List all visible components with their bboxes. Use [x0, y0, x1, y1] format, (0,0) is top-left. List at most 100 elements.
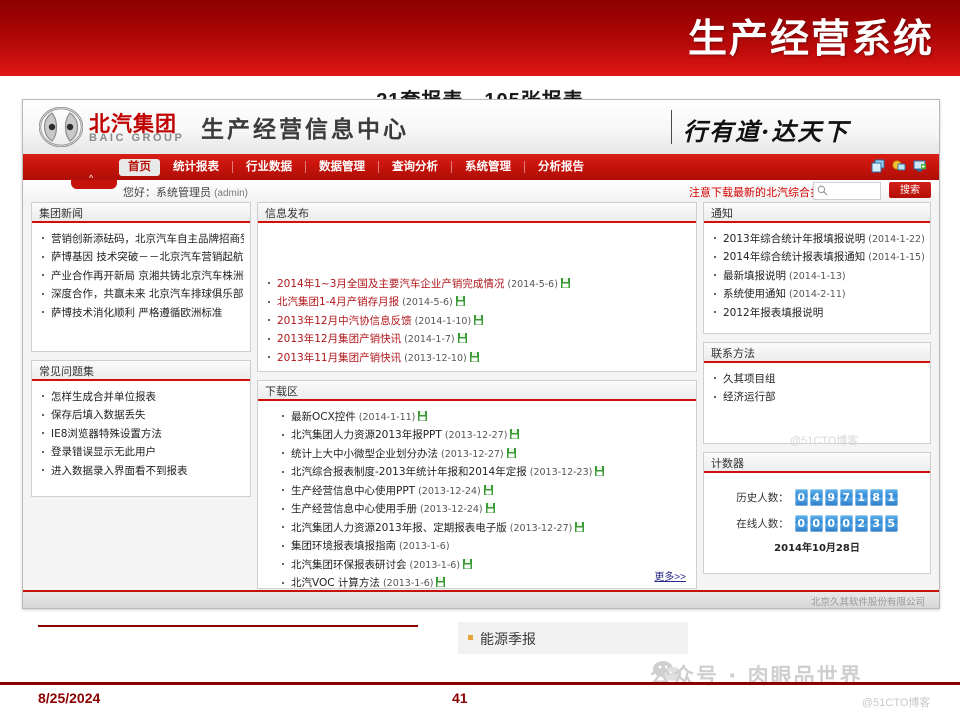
- list-item[interactable]: 2014年1~3月全国及主要汽车企业产销完成情况 (2014-5-6): [264, 275, 690, 294]
- list-item[interactable]: 登录错误显示无此用户: [38, 444, 244, 463]
- notice-link[interactable]: 最新填报说明: [723, 270, 786, 282]
- list-item[interactable]: 萨博技术消化顺利 严格遵循欧洲标准: [38, 304, 244, 323]
- contact-link[interactable]: 经济运行部: [723, 391, 776, 403]
- nav-item-query-analysis[interactable]: 查询分析: [379, 154, 451, 180]
- download-icon[interactable]: [436, 577, 446, 587]
- list-item[interactable]: 2014年综合统计报表填报通知 (2014-1-15): [710, 249, 924, 268]
- list-item[interactable]: 2013年11月集团产销快讯 (2013-12-10): [264, 349, 690, 368]
- search-button[interactable]: 搜索: [889, 182, 931, 198]
- news-link[interactable]: 萨博基因 技术突破－－北京汽车营销起航: [51, 251, 243, 263]
- nav-item-statistical-reports[interactable]: 统计报表: [160, 154, 232, 180]
- faq-link[interactable]: 进入数据录入界面看不到报表: [51, 465, 188, 477]
- download-icon[interactable]: [595, 466, 605, 476]
- downloads-list: 最新OCX控件 (2014-1-11) 北汽集团人力资源2013年报PPT (201…: [264, 408, 690, 593]
- notice-link[interactable]: 2013年综合统计年报填报说明: [723, 233, 865, 245]
- list-item[interactable]: 2012年报表填报说明: [710, 304, 924, 323]
- search-input[interactable]: [830, 184, 880, 199]
- download-icon[interactable]: [560, 277, 570, 288]
- download-icon[interactable]: [418, 410, 428, 421]
- list-item[interactable]: 集团环境报表填报指南 (2013-1-6): [278, 538, 690, 557]
- history-visitor-digits: 0 4 9 7 1 8 1: [794, 489, 898, 506]
- list-item[interactable]: 怎样生成合并单位报表: [38, 388, 244, 407]
- collapse-tab-handle[interactable]: [71, 173, 117, 189]
- download-link[interactable]: 统计上大中小微型企业划分办法: [291, 448, 438, 460]
- download-icon[interactable]: [474, 314, 484, 325]
- info-link[interactable]: 2013年12月集团产销快讯: [277, 333, 401, 345]
- list-item[interactable]: 深度合作，共赢未来 北京汽车排球俱乐部正式 …: [38, 286, 244, 305]
- nav-item-system-management[interactable]: 系统管理: [452, 154, 524, 180]
- download-link[interactable]: 最新OCX控件: [291, 411, 356, 423]
- list-item[interactable]: 系统使用通知 (2014-2-11): [710, 286, 924, 305]
- download-icon[interactable]: [485, 503, 495, 513]
- news-link[interactable]: 营销创新添砝码，北京汽车自主品牌招商受热捧: [51, 233, 244, 245]
- digit: 1: [854, 489, 868, 506]
- download-link[interactable]: 集团环境报表填报指南: [291, 540, 396, 552]
- download-icon[interactable]: [457, 333, 467, 343]
- list-item[interactable]: 萨博基因 技术突破－－北京汽车营销起航: [38, 249, 244, 268]
- nav-item-data-management[interactable]: 数据管理: [306, 154, 378, 180]
- info-link[interactable]: 2013年11月集团产销快讯: [277, 352, 401, 364]
- info-link[interactable]: 2014年1~3月全国及主要汽车企业产销完成情况: [277, 278, 504, 290]
- download-icon[interactable]: [455, 296, 465, 306]
- download-link[interactable]: 北汽集团人力资源2013年报PPT: [291, 429, 442, 441]
- notice-link[interactable]: 系统使用通知: [723, 288, 786, 300]
- news-link[interactable]: 深度合作，共赢未来 北京汽车排球俱乐部正式 …: [51, 288, 244, 300]
- notice-link[interactable]: 2014年综合统计报表填报通知: [723, 251, 865, 263]
- list-item[interactable]: 经济运行部: [710, 389, 924, 408]
- list-item[interactable]: 北汽综合报表制度-2013年统计年报和2014年定报 (2013-12-23): [278, 464, 690, 483]
- search-box[interactable]: [813, 182, 881, 200]
- list-item[interactable]: 北汽集团人力资源2013年报、定期报表电子版 (2013-12-27): [278, 519, 690, 538]
- faq-link[interactable]: IE8浏览器特殊设置方法: [51, 428, 162, 440]
- list-item[interactable]: 进入数据录入界面看不到报表: [38, 462, 244, 481]
- history-visitor-row: 历史人数： 0 4 9 7 1 8 1: [710, 489, 924, 506]
- download-link[interactable]: 北汽集团人力资源2013年报、定期报表电子版: [291, 522, 507, 534]
- list-item[interactable]: 营销创新添砝码，北京汽车自主品牌招商受热捧: [38, 230, 244, 249]
- list-item[interactable]: 北汽集团人力资源2013年报PPT (2013-12-27): [278, 427, 690, 446]
- contact-link[interactable]: 久其项目组: [723, 373, 776, 385]
- list-item[interactable]: 最新填报说明 (2014-1-13): [710, 267, 924, 286]
- download-link[interactable]: 北汽集团环保报表研讨会: [291, 559, 407, 571]
- list-item[interactable]: 久其项目组: [710, 370, 924, 389]
- panel-faq: 常见问题集 怎样生成合并单位报表 保存后填入数据丢失 IE8浏览器特殊设置方法 …: [31, 360, 251, 497]
- list-item[interactable]: 保存后填入数据丢失: [38, 407, 244, 426]
- monitor-add-icon[interactable]: [913, 159, 927, 173]
- download-link[interactable]: 北汽VOC 计算方法: [291, 577, 380, 589]
- downloads-more-link[interactable]: 更多>>: [654, 568, 686, 583]
- faq-link[interactable]: 怎样生成合并单位报表: [51, 391, 156, 403]
- download-link[interactable]: 北汽综合报表制度-2013年统计年报和2014年定报: [291, 466, 527, 478]
- download-icon[interactable]: [510, 429, 520, 439]
- download-icon[interactable]: [469, 351, 479, 362]
- download-icon[interactable]: [506, 447, 516, 458]
- decorative-rule: [38, 625, 418, 627]
- list-item[interactable]: 统计上大中小微型企业划分办法 (2013-12-27): [278, 445, 690, 464]
- list-item[interactable]: 北汽集团环保报表研讨会 (2013-1-6): [278, 556, 690, 575]
- download-link[interactable]: 生产经营信息中心使用手册: [291, 503, 417, 515]
- news-link[interactable]: 萨博技术消化顺利 严格遵循欧洲标准: [51, 307, 222, 319]
- download-icon[interactable]: [483, 484, 493, 495]
- list-item[interactable]: 2013年综合统计年报填报说明 (2014-1-22): [710, 230, 924, 249]
- info-link[interactable]: 2013年12月中汽协信息反馈: [277, 315, 412, 327]
- list-item[interactable]: 北汽集团1-4月产销存月报 (2014-5-6): [264, 294, 690, 313]
- panel-body: 营销创新添砝码，北京汽车自主品牌招商受热捧 萨博基因 技术突破－－北京汽车营销起…: [32, 223, 250, 330]
- nav-item-home[interactable]: 首页: [119, 158, 160, 176]
- news-link[interactable]: 产业合作再开新局 京湘共铸北京汽车株洲基地: [51, 270, 244, 282]
- copy-window-icon[interactable]: [871, 159, 885, 173]
- download-icon[interactable]: [575, 521, 585, 532]
- nav-item-analysis-report[interactable]: 分析报告: [525, 154, 597, 180]
- list-item[interactable]: 生产经营信息中心使用手册 (2013-12-24): [278, 501, 690, 520]
- list-item[interactable]: 最新OCX控件 (2014-1-11): [278, 408, 690, 427]
- download-icon[interactable]: [463, 558, 473, 569]
- chat-bubble-icon[interactable]: [892, 159, 906, 173]
- list-item[interactable]: 2013年12月中汽协信息反馈 (2014-1-10): [264, 312, 690, 331]
- faq-link[interactable]: 保存后填入数据丢失: [51, 409, 146, 421]
- counter-date: 2014年10月28日: [774, 543, 860, 554]
- notice-link[interactable]: 2012年报表填报说明: [723, 307, 823, 319]
- list-item[interactable]: 2013年12月集团产销快讯 (2014-1-7): [264, 331, 690, 350]
- download-link[interactable]: 生产经营信息中心使用PPT: [291, 485, 415, 497]
- faq-link[interactable]: 登录错误显示无此用户: [51, 446, 156, 458]
- info-link[interactable]: 北汽集团1-4月产销存月报: [277, 296, 399, 308]
- list-item[interactable]: IE8浏览器特殊设置方法: [38, 425, 244, 444]
- list-item[interactable]: 产业合作再开新局 京湘共铸北京汽车株洲基地: [38, 267, 244, 286]
- list-item[interactable]: 生产经营信息中心使用PPT (2013-12-24): [278, 482, 690, 501]
- nav-item-industry-data[interactable]: 行业数据: [233, 154, 305, 180]
